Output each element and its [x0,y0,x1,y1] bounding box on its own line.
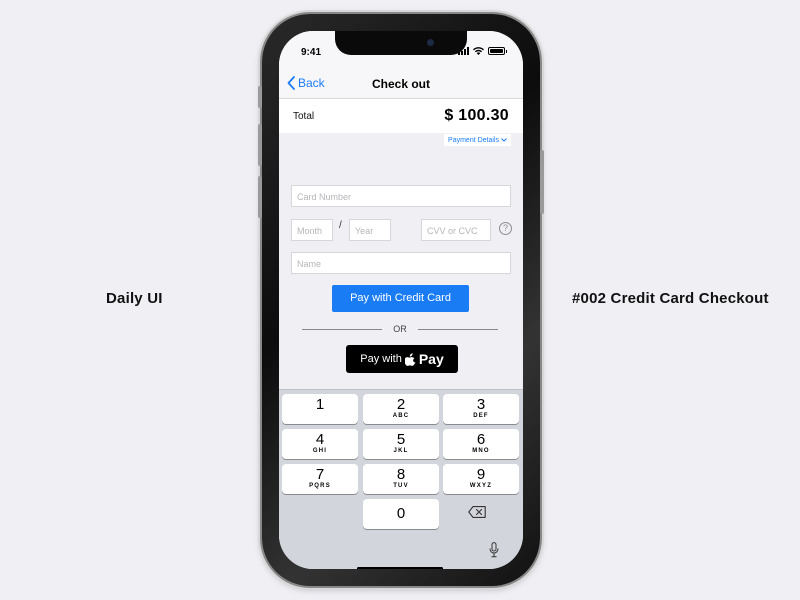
key-letters: PQRS [309,483,331,489]
key-5[interactable]: 5 JKL [363,429,439,459]
name-field[interactable]: Name [291,252,511,274]
key-letters: ABC [392,413,410,419]
key-letters: MNO [472,448,490,454]
key-6[interactable]: 6 MNO [443,429,519,459]
key-letters: JKL [393,448,409,454]
total-amount: $ 100.30 [444,107,509,124]
volume-down-button [258,176,262,218]
power-button [540,150,544,214]
key-3[interactable]: 3 DEF [443,394,519,424]
key-letters: DEF [473,413,489,419]
card-number-field[interactable]: Card Number [291,185,511,207]
phone-frame: 9:41 Back Check out Total $ 100.30 Payme… [258,14,544,586]
apple-pay-prefix: Pay with [360,353,402,365]
key-digit: 7 [315,466,325,483]
key-2[interactable]: 2 ABC [363,394,439,424]
key-0[interactable]: 0 [363,499,439,529]
microphone-icon[interactable] [489,542,499,558]
key-9[interactable]: 9 WXYZ [443,464,519,494]
caption-right: #002 Credit Card Checkout [572,290,769,307]
notch [335,31,467,55]
key-7[interactable]: 7 PQRS [282,464,358,494]
payment-details-link[interactable]: Payment Details [444,134,511,146]
key-letters: GHI [312,448,328,454]
cvv-help-icon[interactable]: ? [499,222,512,235]
cvv-field[interactable]: CVV or CVC [421,219,491,241]
apple-logo-icon [404,352,416,366]
key-letters: TUV [393,483,409,489]
backspace-icon[interactable] [468,506,486,518]
key-digit: 9 [476,466,486,483]
key-digit: 8 [396,466,406,483]
status-time: 9:41 [301,47,322,58]
apple-pay-brand: Pay [418,351,444,367]
home-indicator[interactable] [357,567,443,569]
navigation-bar: Back Check out [279,69,523,99]
caption-left: Daily UI [106,290,163,307]
page-title: Check out [371,77,430,91]
key-digit: 0 [396,505,406,522]
or-label: OR [393,324,407,334]
payment-details-label: Payment Details [448,136,499,144]
key-letters: WXYZ [469,483,493,489]
wifi-icon [473,47,484,55]
phone-screen: 9:41 Back Check out Total $ 100.30 Payme… [279,31,523,569]
key-digit: 1 [315,396,325,413]
divider-line [417,328,498,330]
volume-up-button [258,124,262,166]
divider-line [302,328,383,330]
apple-pay-button[interactable]: Pay with Pay [346,345,458,373]
key-digit: 5 [396,431,406,448]
total-label: Total [293,111,315,122]
date-separator: / [339,220,342,231]
front-camera [427,39,434,46]
status-icons [458,47,507,55]
key-4[interactable]: 4 GHI [282,429,358,459]
or-divider: OR [302,324,498,334]
chevron-down-icon [501,138,507,142]
year-field[interactable]: Year [349,219,391,241]
silent-switch [258,86,262,108]
key-1[interactable]: 1 [282,394,358,424]
key-digit: 3 [476,396,486,413]
numeric-keypad: 1 2 ABC 3 DEF 4 GHI 5 JKL 6 MNO 7 PQRS 8… [279,389,523,569]
key-digit: 4 [315,431,325,448]
key-digit: 6 [476,431,486,448]
key-digit: 2 [396,396,406,413]
key-8[interactable]: 8 TUV [363,464,439,494]
total-row: Total $ 100.30 [279,99,523,133]
month-field[interactable]: Month [291,219,333,241]
battery-icon [488,47,507,55]
pay-with-credit-card-button[interactable]: Pay with Credit Card [332,285,469,312]
